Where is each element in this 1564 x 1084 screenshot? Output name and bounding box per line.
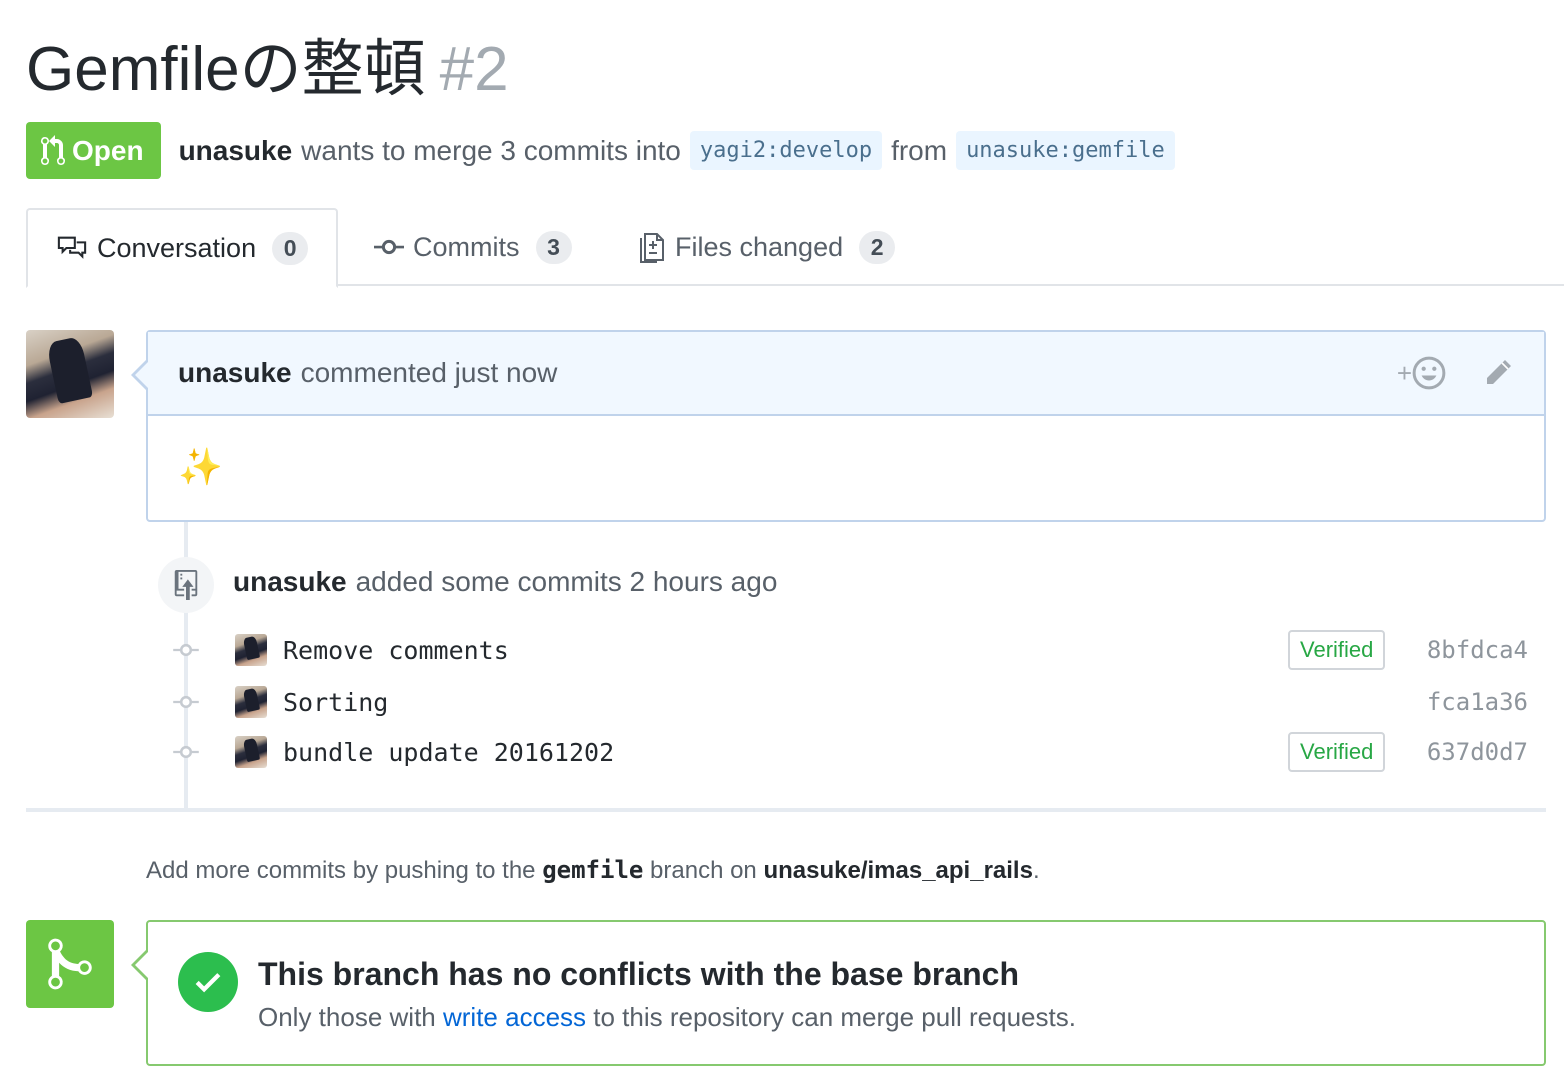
push-help-text: Add more commits by pushing to the gemfi… <box>146 856 1040 885</box>
git-commit-icon <box>374 239 404 255</box>
git-merge-icon <box>26 920 114 1008</box>
base-branch[interactable]: yagi2:develop <box>689 131 883 170</box>
from-text: from <box>891 134 948 166</box>
commit-row: Remove comments Verified 8bfdca4 <box>170 630 1544 670</box>
tab-files-changed[interactable]: Files changed 2 <box>640 208 896 286</box>
merge-status-title: This branch has no conflicts with the ba… <box>258 956 1020 992</box>
comment: unasuke commented just now + ✨ <box>131 330 1546 522</box>
check-icon <box>178 952 238 1012</box>
commit-avatar[interactable] <box>235 634 267 666</box>
commit-sha[interactable]: fca1a36 <box>1427 688 1528 716</box>
commit-message[interactable]: bundle update 20161202 <box>283 738 614 767</box>
tab-files-label: Files changed <box>675 231 844 262</box>
merge-status-box: This branch has no conflicts with the ba… <box>131 920 1546 1066</box>
help-repo: unasuke/imas_api_rails <box>763 857 1033 884</box>
write-access-link[interactable]: write access <box>443 1002 586 1032</box>
reaction-plus: + <box>1396 357 1412 388</box>
tab-commits-count: 3 <box>535 230 572 264</box>
help-middle: branch on <box>650 857 757 884</box>
pr-title-text: Gemfileの整頓 <box>26 35 426 104</box>
commits-event: unasuke added some commits 2 hours ago <box>233 566 777 598</box>
tab-conversation-count: 0 <box>272 231 309 265</box>
timeline-divider <box>26 808 1546 812</box>
smiley-icon <box>1412 356 1446 390</box>
repo-push-icon <box>174 570 198 600</box>
merge-sub-prefix: Only those with <box>258 1002 436 1032</box>
edit-comment-button[interactable] <box>1482 357 1514 389</box>
git-commit-icon <box>170 694 202 710</box>
pr-title: Gemfileの整頓 #2 <box>26 30 509 110</box>
comment-discussion-icon <box>57 236 87 259</box>
merge-status-subtitle: Only those with write access to this rep… <box>258 1002 1076 1033</box>
avatar[interactable] <box>26 330 114 418</box>
commit-sha[interactable]: 637d0d7 <box>1427 738 1528 766</box>
comment-author-link[interactable]: unasuke <box>178 357 292 389</box>
git-commit-icon <box>170 744 202 760</box>
state-badge: Open <box>26 122 161 179</box>
head-branch[interactable]: unasuke:gemfile <box>956 131 1175 170</box>
commit-row: bundle update 20161202 Verified 637d0d7 <box>170 732 1544 772</box>
merge-summary: unasuke wants to merge 3 commits into ya… <box>179 131 1184 170</box>
merge-sub-suffix: to this repository can merge pull reques… <box>593 1002 1076 1032</box>
pr-tabs: Conversation 0 Commits 3 Files changed 2 <box>26 208 1564 288</box>
comment-timestamp: commented just now <box>300 357 558 388</box>
event-action: added some commits 2 hours ago <box>355 566 778 597</box>
verified-badge[interactable]: Verified <box>1288 732 1386 772</box>
git-commit-icon <box>170 642 202 658</box>
git-pull-request-icon <box>41 134 65 165</box>
comment-header: unasuke commented just now + <box>131 332 1544 416</box>
comment-body: ✨ <box>178 446 223 487</box>
event-author-link[interactable]: unasuke <box>233 566 347 597</box>
verified-badge[interactable]: Verified <box>1288 630 1386 670</box>
commit-avatar[interactable] <box>235 686 267 718</box>
tab-conversation[interactable]: Conversation 0 <box>26 208 339 288</box>
file-diff-icon <box>640 233 664 263</box>
repo-push-badge <box>158 557 214 613</box>
pr-number: #2 <box>439 35 509 104</box>
add-reaction-button[interactable]: + <box>1397 356 1446 390</box>
help-suffix: . <box>1032 857 1040 884</box>
help-branch: gemfile <box>542 856 644 884</box>
tab-commits-label: Commits <box>413 231 520 262</box>
merge-text: wants to merge 3 commits into <box>301 134 681 166</box>
commit-message[interactable]: Sorting <box>283 688 388 717</box>
commit-sha[interactable]: 8bfdca4 <box>1427 636 1528 664</box>
tab-commits[interactable]: Commits 3 <box>374 208 572 286</box>
commit-avatar[interactable] <box>235 736 267 768</box>
avatar-image <box>26 330 114 418</box>
comment-actions: + <box>1397 356 1514 390</box>
help-prefix: Add more commits by pushing to the <box>146 857 536 884</box>
commit-message[interactable]: Remove comments <box>283 636 509 665</box>
pencil-icon <box>1487 360 1511 384</box>
pr-meta: Open unasuke wants to merge 3 commits in… <box>26 122 1184 179</box>
state-label: Open <box>72 134 144 166</box>
commit-row: Sorting fca1a36 <box>170 682 1544 722</box>
pr-author-link[interactable]: unasuke <box>179 135 293 167</box>
tab-files-count: 2 <box>859 230 896 264</box>
tab-conversation-label: Conversation <box>97 232 257 263</box>
